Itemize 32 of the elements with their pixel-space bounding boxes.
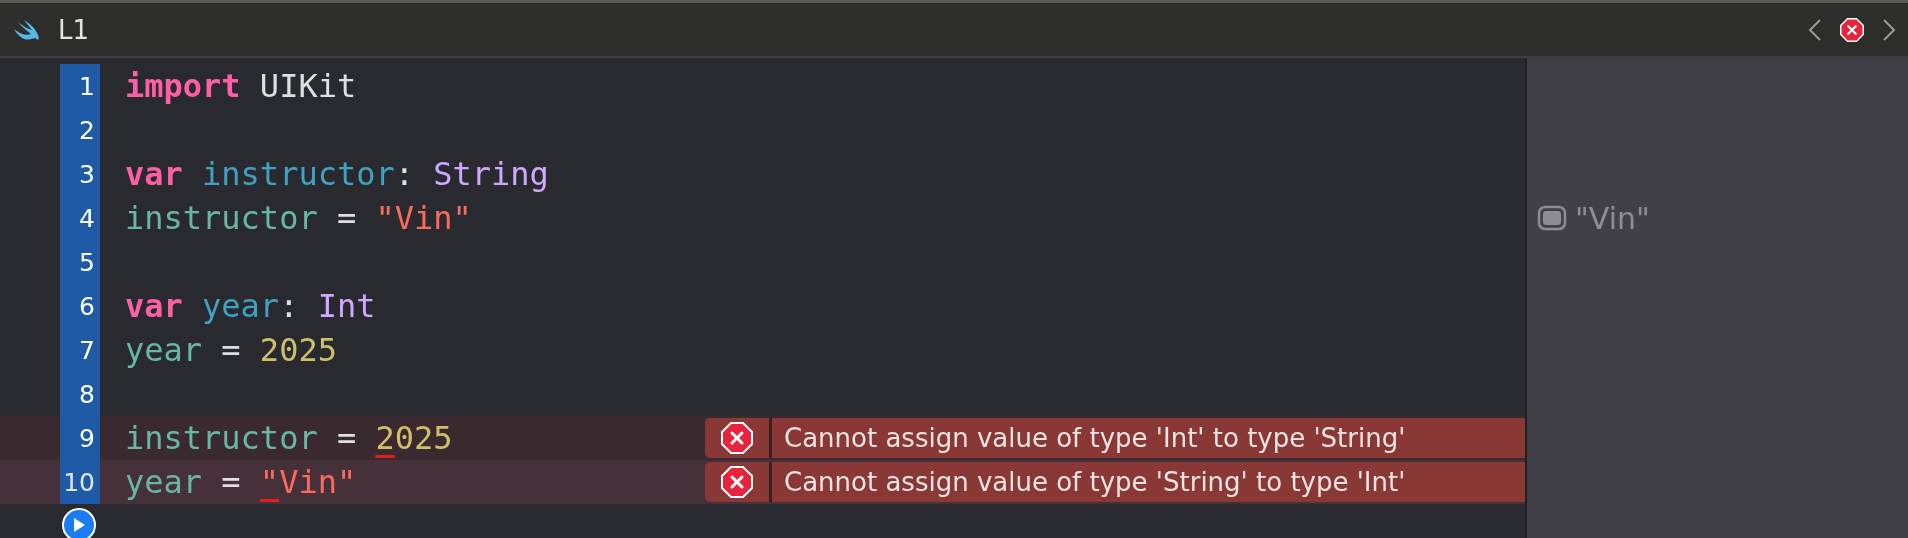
error-icon (1840, 17, 1864, 42)
line-number: 9 (60, 416, 100, 460)
play-icon (72, 517, 86, 533)
code-line: instructor = "Vin" (125, 199, 473, 237)
code-line: year = "Vin" (125, 463, 358, 501)
line-number: 10 (60, 460, 100, 504)
code-line: import UIKit (125, 67, 358, 105)
line-number: 7 (60, 328, 100, 372)
error-icon (721, 422, 753, 454)
code-line: var year: Int (125, 287, 377, 325)
line-number: 3 (60, 152, 100, 196)
run-button[interactable] (62, 508, 96, 538)
code-line: year = 2025 (125, 331, 338, 369)
error-message-bubble[interactable]: Cannot assign value of type 'String' to type 'Int' (705, 462, 1525, 502)
error-message-bubble[interactable]: Cannot assign value of type 'Int' to type 'String' (705, 418, 1525, 458)
error-message: Cannot assign value of type 'String' to type 'Int' (784, 467, 1406, 497)
chevron-right-icon[interactable] (1882, 17, 1896, 42)
swift-bird-icon (12, 18, 40, 41)
line-number: 4 (60, 196, 100, 240)
line-number: 2 (60, 108, 100, 152)
line-number: 6 (60, 284, 100, 328)
code-line: var instructor: String (125, 155, 550, 193)
error-message: Cannot assign value of type 'Int' to type 'String' (784, 423, 1406, 453)
file-label: L1 (58, 14, 90, 45)
line-number: 5 (60, 240, 100, 284)
error-icon (721, 466, 753, 498)
line-number: 8 (60, 372, 100, 416)
line-number: 1 (60, 64, 100, 108)
chevron-left-icon[interactable] (1808, 17, 1822, 42)
result-preview-icon[interactable] (1537, 205, 1567, 231)
code-line: instructor = 2025 (125, 419, 454, 457)
result-value: "Vin" (1575, 200, 1650, 236)
